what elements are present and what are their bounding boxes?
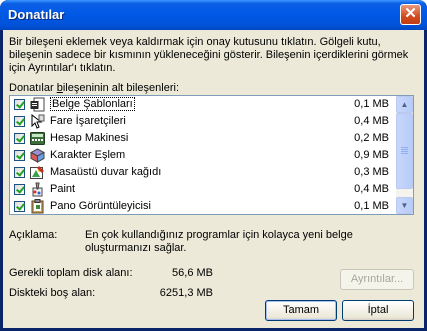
list-item-size: 0,9 MB xyxy=(354,149,389,161)
free-space-label: Diskteki boş alan: xyxy=(9,287,96,299)
description-label: Açıklama: xyxy=(9,229,58,241)
components-dialog: Donatılar ✕ Bir bileşeni eklemek veya ka… xyxy=(0,0,427,331)
dialog-body: Bir bileşeni eklemek veya kaldırmak için… xyxy=(3,30,424,328)
window-title: Donatılar xyxy=(8,7,65,22)
description-text: En çok kullandığınız programlar için kol… xyxy=(85,229,353,254)
checkbox[interactable] xyxy=(14,150,25,161)
list-item-label: Fare İşaretçileri xyxy=(50,115,126,127)
list-item-label: Pano Görüntüleyicisi xyxy=(50,200,151,212)
vertical-scrollbar[interactable]: ▲ ▼ xyxy=(396,96,413,214)
free-space-value: 6251,3 MB xyxy=(159,287,213,299)
component-list-label: Donatılar bileşeninin alt bileşenleri: xyxy=(9,82,180,94)
list-item[interactable]: Karakter Eşlem 0,9 MB xyxy=(10,147,397,164)
scroll-up-button[interactable]: ▲ xyxy=(396,96,413,113)
thumb-grip xyxy=(401,153,408,154)
thumb-grip xyxy=(401,149,408,150)
list-item-label: Masaüstü duvar kağıdı xyxy=(50,166,162,178)
checkbox[interactable] xyxy=(14,167,25,178)
list-item[interactable]: Paint 0,4 MB xyxy=(10,181,397,198)
list-item-label: Belge Şablonları xyxy=(50,97,135,111)
checkbox[interactable] xyxy=(14,184,25,195)
cancel-button[interactable]: İptal xyxy=(342,300,414,321)
instructions-text: Bir bileşeni eklemek veya kaldırmak için… xyxy=(9,36,409,74)
list-item-size: 0,2 MB xyxy=(354,132,389,144)
component-list[interactable]: Belge Şablonları 0,1 MB Fare İşaretçiler… xyxy=(9,95,414,215)
list-item-size: 0,3 MB xyxy=(354,166,389,178)
ok-button[interactable]: Tamam xyxy=(265,300,337,321)
details-button[interactable]: Ayrıntılar... xyxy=(340,269,414,290)
list-item[interactable]: Fare İşaretçileri 0,4 MB xyxy=(10,113,397,130)
list-item-label: Paint xyxy=(50,183,76,195)
character-map-icon xyxy=(29,148,46,163)
scroll-down-button[interactable]: ▼ xyxy=(396,197,413,214)
thumb-grip xyxy=(401,151,408,152)
document-template-icon xyxy=(30,97,45,112)
list-item[interactable]: Pano Görüntüleyicisi 0,1 MB xyxy=(10,198,397,214)
checkbox[interactable] xyxy=(14,201,25,212)
clipboard-viewer-icon xyxy=(30,199,45,214)
list-item-size: 0,4 MB xyxy=(354,183,389,195)
list-item[interactable]: Masaüstü duvar kağıdı 0,3 MB xyxy=(10,164,397,181)
checkbox[interactable] xyxy=(14,116,25,127)
wallpaper-icon xyxy=(30,165,45,180)
required-space-value: 56,6 MB xyxy=(172,267,213,279)
scroll-thumb[interactable] xyxy=(396,113,413,189)
list-item-size: 0,1 MB xyxy=(354,98,389,110)
mouse-pointer-icon xyxy=(30,113,45,129)
list-item[interactable]: Hesap Makinesi 0,2 MB xyxy=(10,130,397,147)
thumb-grip xyxy=(401,147,408,148)
close-button[interactable]: ✕ xyxy=(400,4,421,25)
list-item-label: Karakter Eşlem xyxy=(50,149,126,161)
paint-icon xyxy=(30,182,45,197)
list-item[interactable]: Belge Şablonları 0,1 MB xyxy=(10,96,397,113)
list-item-size: 0,4 MB xyxy=(354,115,389,127)
checkbox[interactable] xyxy=(14,133,25,144)
calculator-icon xyxy=(30,131,45,146)
checkbox[interactable] xyxy=(14,99,25,110)
title-bar[interactable]: Donatılar ✕ xyxy=(0,0,427,30)
required-space-label: Gerekli toplam disk alanı: xyxy=(9,267,133,279)
list-item-label: Hesap Makinesi xyxy=(50,132,129,144)
list-item-size: 0,1 MB xyxy=(354,200,389,212)
